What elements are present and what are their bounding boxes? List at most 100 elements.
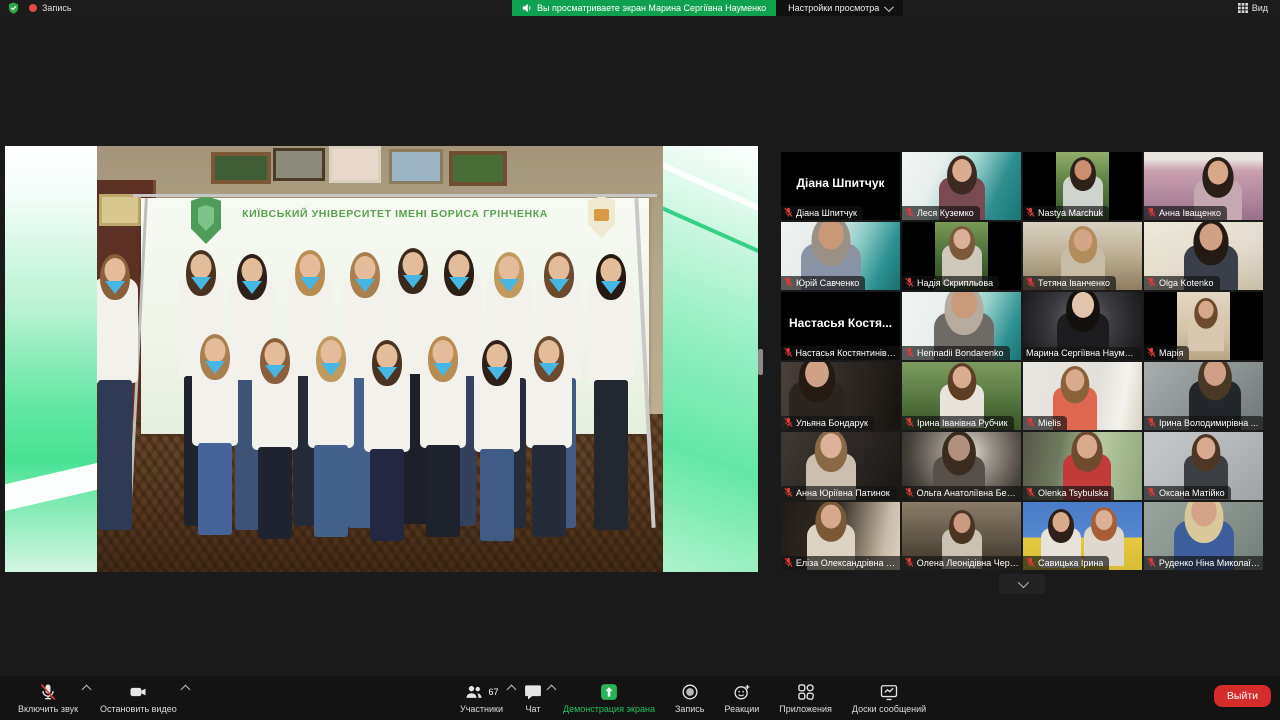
- toolbar-item-label: Приложения: [779, 704, 832, 714]
- tile-name-label: Настасья Костянтинівна...: [781, 346, 900, 360]
- muted-mic-icon: [1026, 557, 1035, 568]
- participant-tile[interactable]: Тетяна Іванченко: [1023, 222, 1142, 290]
- tile-name-label: Olenka Tsybulska: [1023, 486, 1114, 500]
- participant-tile[interactable]: Olenka Tsybulska: [1023, 432, 1142, 500]
- toolbar-item-participants[interactable]: 67 Участники: [452, 678, 511, 716]
- participant-tile[interactable]: Настасья Костя... Настасья Костянтинівна.…: [781, 292, 900, 360]
- muted-mic-icon: [784, 277, 793, 288]
- tile-display-name: Діана Шпитчук: [781, 176, 900, 190]
- toolbar-item-chat[interactable]: Чат: [515, 678, 551, 716]
- toolbar-item-record[interactable]: Запись: [667, 678, 713, 716]
- toolbar-item-label: Доски сообщений: [852, 704, 926, 714]
- security-shield-icon[interactable]: [8, 2, 19, 14]
- shared-screen: КИЇВСЬКИЙ УНІВЕРСИТЕТ ІМЕНІ БОРИСА ГРІНЧ…: [5, 146, 758, 572]
- whiteboards-icon: [879, 681, 899, 703]
- chevron-down-icon: [884, 2, 894, 12]
- participant-tile[interactable]: Надія Скрипльова: [902, 222, 1021, 290]
- record-icon: [680, 681, 700, 703]
- participant-tile[interactable]: Ольга Анатоліївна Бере...: [902, 432, 1021, 500]
- view-button[interactable]: Вид: [1232, 2, 1274, 14]
- chat-icon: [523, 681, 543, 703]
- muted-mic-icon: [1026, 277, 1035, 288]
- participant-tile[interactable]: Ірина Володимирівна ...: [1144, 362, 1263, 430]
- muted-mic-icon: [1026, 207, 1035, 218]
- participant-tile[interactable]: Діана ШпитчукДіана Шпитчук: [781, 152, 900, 220]
- toolbar-item-label: Чат: [526, 704, 541, 714]
- muted-mic-icon: [784, 487, 793, 498]
- muted-mic-icon: [905, 347, 914, 358]
- chevron-up-icon[interactable]: [180, 685, 190, 695]
- apps-icon: [796, 681, 816, 703]
- share-screen-icon: [599, 681, 619, 703]
- participant-tile[interactable]: Mielis: [1023, 362, 1142, 430]
- muted-mic-icon: [784, 347, 793, 358]
- participant-tile[interactable]: Анна Іващенко: [1144, 152, 1263, 220]
- scroll-down-button[interactable]: [999, 574, 1045, 594]
- muted-mic-icon: [1147, 487, 1156, 498]
- recording-indicator: Запись: [29, 3, 72, 13]
- meeting-toolbar: Включить звук Остановить видео 67 Участник…: [0, 676, 1280, 720]
- toolbar-item-mic-muted[interactable]: Включить звук: [10, 678, 86, 716]
- topbar-left: Запись: [8, 0, 72, 16]
- participant-grid: Діана ШпитчукДіана ШпитчукЛеся КуземкоNa…: [781, 152, 1263, 570]
- tile-display-name: Настасья Костя...: [781, 316, 900, 330]
- tile-name-label: Надія Скрипльова: [902, 276, 999, 290]
- tile-name-label: Mielis: [1023, 416, 1067, 430]
- participant-tile[interactable]: Оксана Матійко: [1144, 432, 1263, 500]
- muted-mic-icon: [784, 417, 793, 428]
- view-settings-button[interactable]: Настройки просмотра: [776, 0, 903, 16]
- toolbar-item-share-screen[interactable]: Демонстрация экрана: [555, 678, 663, 716]
- toolbar-item-label: Участники: [460, 704, 503, 714]
- participant-tile[interactable]: Савицька Ірина: [1023, 502, 1142, 570]
- tile-name-label: Марія: [1144, 346, 1189, 360]
- toolbar-item-camera[interactable]: Остановить видео: [92, 678, 185, 716]
- tile-name-label: Ірина Володимирівна ...: [1144, 416, 1263, 430]
- reactions-icon: [732, 681, 752, 703]
- participant-tile[interactable]: Olga Kotenko: [1144, 222, 1263, 290]
- muted-mic-icon: [905, 207, 914, 218]
- muted-mic-icon: [784, 207, 793, 218]
- tile-name-label: Анна Іващенко: [1144, 206, 1227, 220]
- tile-name-label: Олена Леонідівна Черн...: [902, 556, 1021, 570]
- grid-view-icon: [1238, 3, 1248, 13]
- participant-tile[interactable]: Ірина Іванівна Рубчик: [902, 362, 1021, 430]
- tile-name-label: Ірина Іванівна Рубчик: [902, 416, 1014, 430]
- participant-tile[interactable]: Ульяна Бондарук: [781, 362, 900, 430]
- tile-name-label: Марина Сергіївна Наумен...: [1023, 347, 1140, 360]
- banner-stand-bar: [133, 194, 657, 197]
- toolbar-item-reactions[interactable]: Реакции: [717, 678, 768, 716]
- tile-name-label: Olga Kotenko: [1144, 276, 1220, 290]
- muted-mic-icon: [905, 417, 914, 428]
- toolbar-item-apps[interactable]: Приложения: [771, 678, 840, 716]
- zoom-meeting-window: Запись Вы просматриваете экран Марина Се…: [0, 0, 1280, 720]
- participant-tile[interactable]: Анна Юріївна Патинок: [781, 432, 900, 500]
- participant-tile[interactable]: Еліза Олександрівна А...: [781, 502, 900, 570]
- tile-name-label: Оксана Матійко: [1144, 486, 1231, 500]
- muted-mic-icon: [1147, 207, 1156, 218]
- participant-tile[interactable]: Юрій Савченко: [781, 222, 900, 290]
- tile-name-label: Юрій Савченко: [781, 276, 865, 290]
- meeting-topbar: Запись Вы просматриваете экран Марина Се…: [0, 0, 1280, 16]
- panel-resize-handle[interactable]: [758, 349, 763, 375]
- participant-tile[interactable]: Олена Леонідівна Черн...: [902, 502, 1021, 570]
- muted-mic-icon: [1147, 277, 1156, 288]
- participants-count-badge: 67: [488, 687, 498, 697]
- toolbar-item-whiteboards[interactable]: Доски сообщений: [844, 678, 934, 716]
- participant-tile[interactable]: Леся Куземко: [902, 152, 1021, 220]
- participant-tile[interactable]: Hennadii Bondarenko: [902, 292, 1021, 360]
- tile-name-label: Тетяна Іванченко: [1023, 276, 1116, 290]
- recording-label: Запись: [42, 3, 72, 13]
- muted-mic-icon: [905, 557, 914, 568]
- participant-tile[interactable]: Руденко Ніна Миколаїв...: [1144, 502, 1263, 570]
- leave-button[interactable]: Выйти: [1214, 685, 1271, 707]
- participant-tile[interactable]: Марія: [1144, 292, 1263, 360]
- participant-tile[interactable]: Nastya Marchuk: [1023, 152, 1142, 220]
- slide-decoration-left: [5, 146, 97, 572]
- tile-name-label: Руденко Ніна Миколаїв...: [1144, 556, 1263, 570]
- chevron-up-icon[interactable]: [82, 685, 92, 695]
- participants-icon: 67: [464, 681, 498, 703]
- muted-mic-icon: [1147, 417, 1156, 428]
- toolbar-item-label: Остановить видео: [100, 704, 177, 714]
- toolbar-item-label: Реакции: [725, 704, 760, 714]
- participant-tile[interactable]: Марина Сергіївна Наумен...: [1023, 292, 1142, 360]
